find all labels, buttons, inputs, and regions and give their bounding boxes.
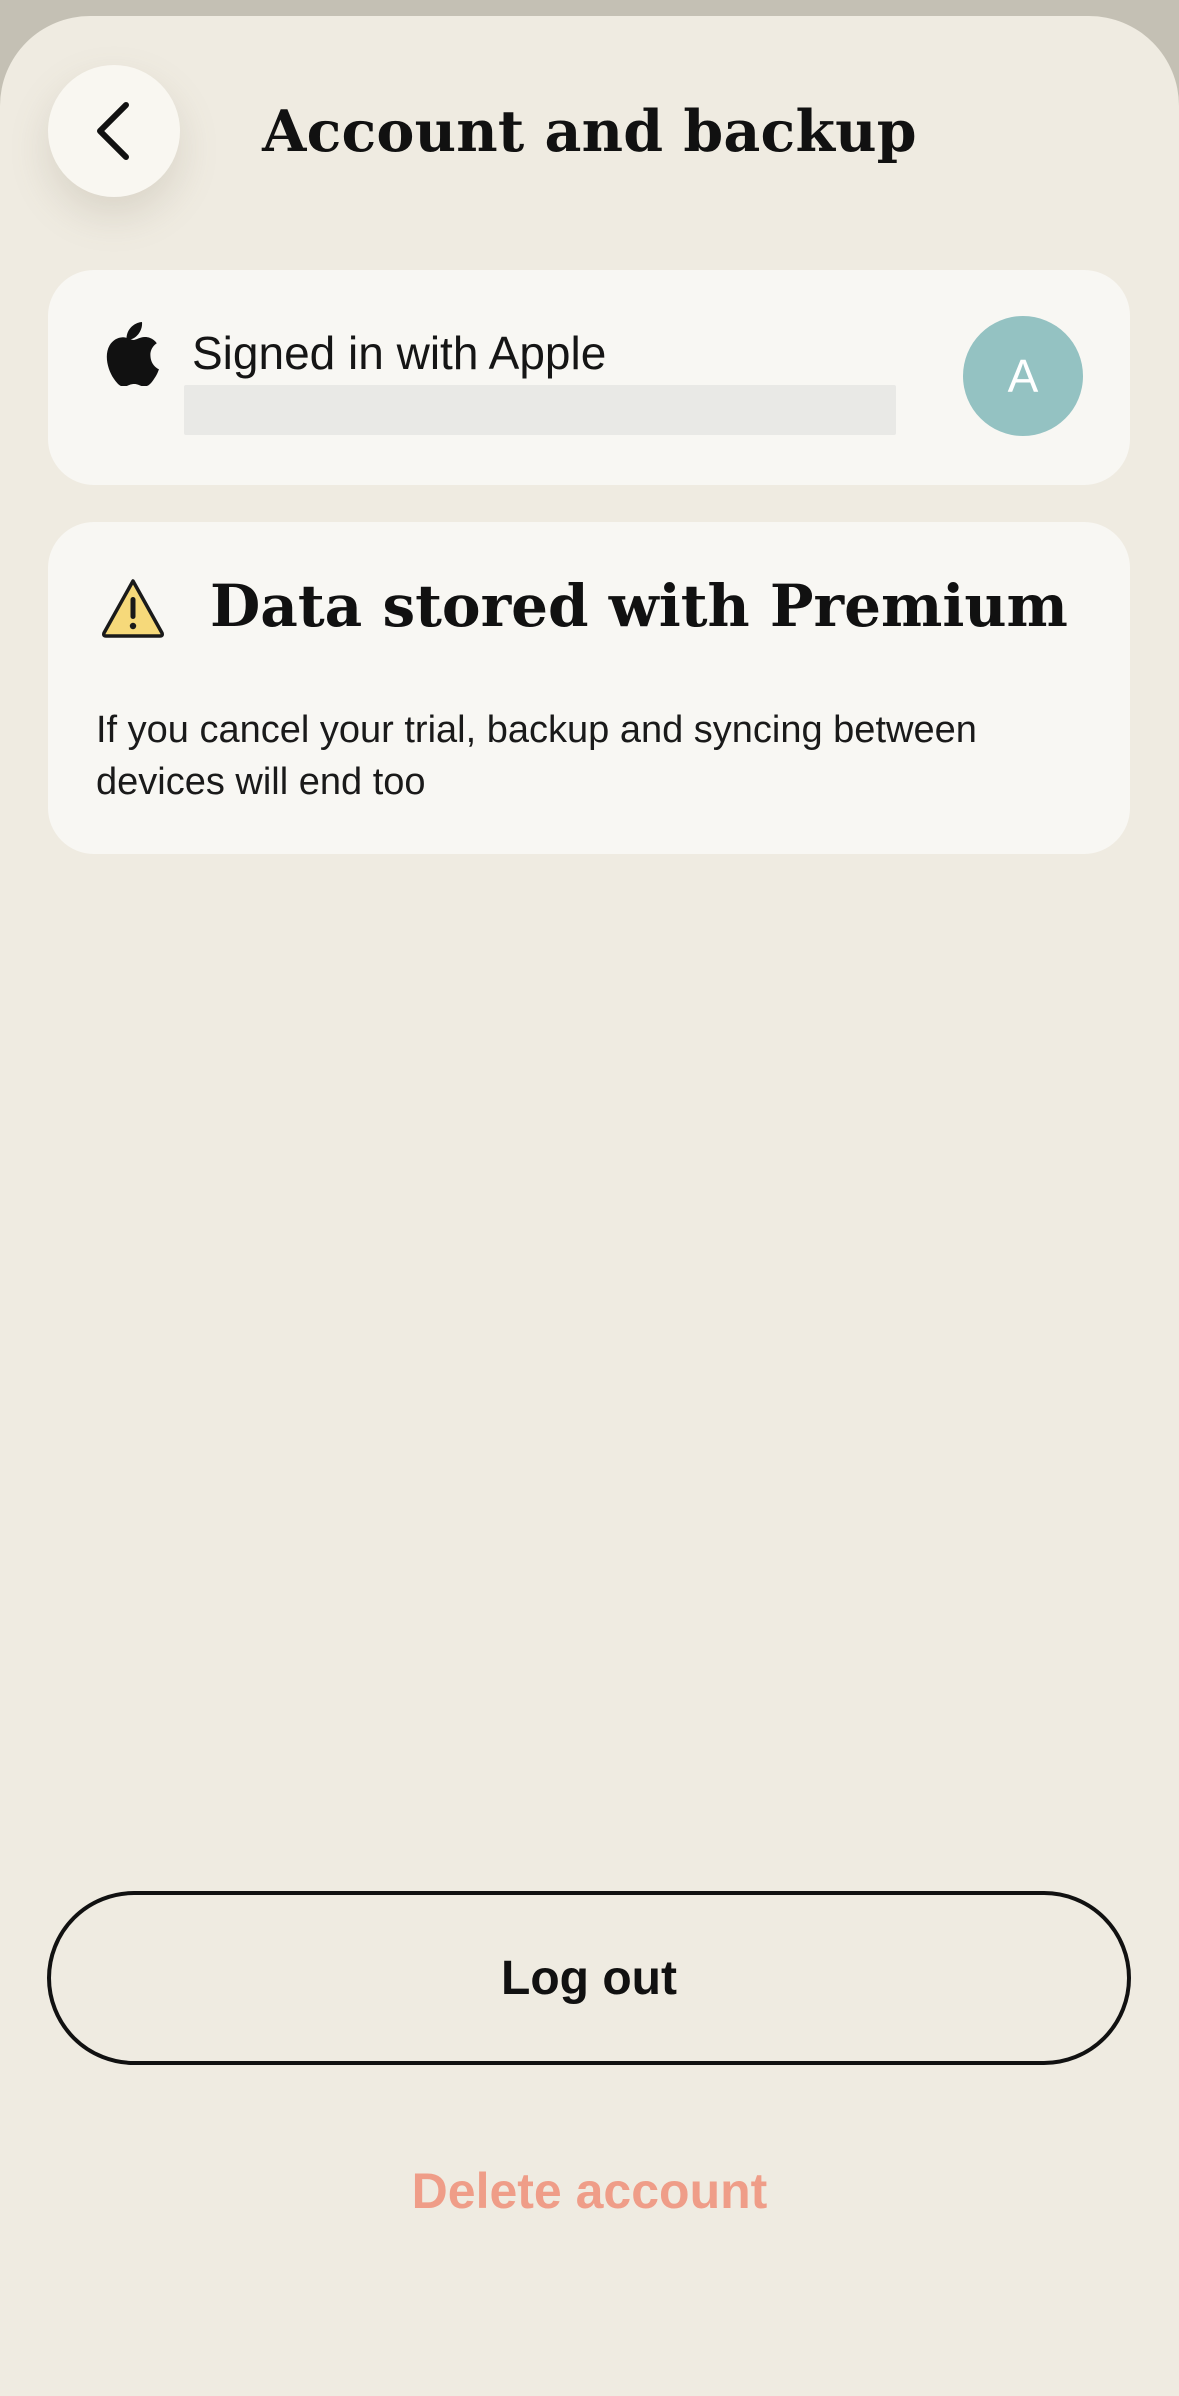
back-button[interactable] xyxy=(48,65,180,197)
premium-title: Data stored with Premium xyxy=(210,572,1068,640)
warning-triangle-icon xyxy=(102,579,164,638)
chevron-left-icon xyxy=(97,102,129,160)
apple-logo-icon xyxy=(106,322,159,386)
signed-in-label: Signed in with Apple xyxy=(192,327,607,379)
avatar-initial: A xyxy=(1007,350,1039,402)
screen: Account and backup Signed in with Apple … xyxy=(0,16,1179,2396)
delete-account-button[interactable]: Delete account xyxy=(0,2162,1179,2220)
logout-button[interactable]: Log out xyxy=(47,1891,1131,2065)
premium-description: If you cancel your trial, backup and syn… xyxy=(96,709,977,803)
premium-notice-card: Data stored with Premium If you cancel y… xyxy=(48,522,1130,854)
logout-label: Log out xyxy=(501,1951,677,2005)
account-card: Signed in with Apple A xyxy=(48,270,1130,485)
avatar[interactable]: A xyxy=(963,316,1083,436)
redacted-email xyxy=(184,385,896,435)
